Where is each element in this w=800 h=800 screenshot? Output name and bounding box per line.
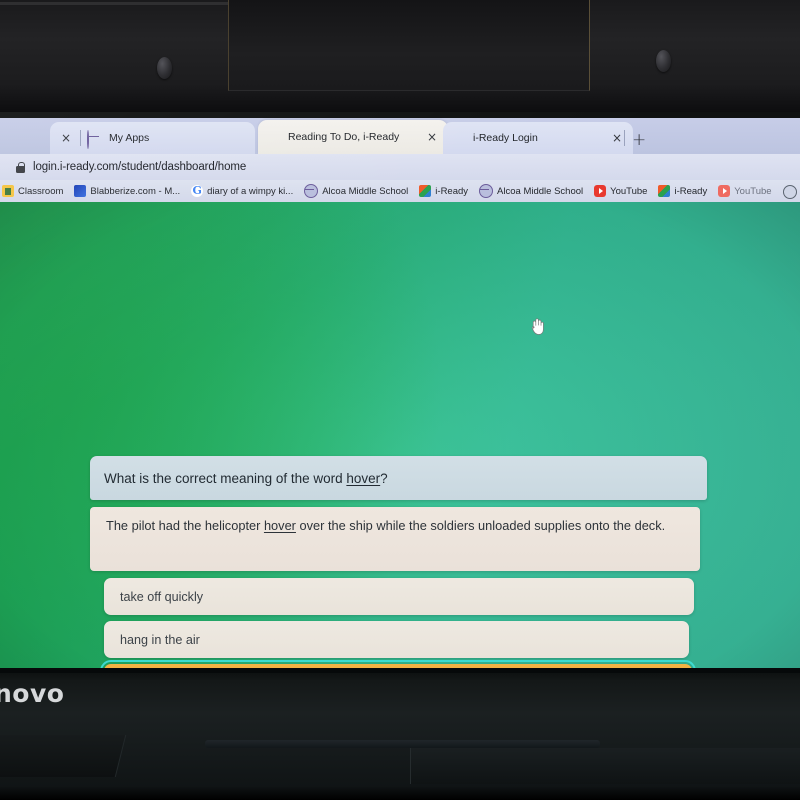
mouse-pointer-icon: [531, 318, 544, 335]
laptop-hinge-recess: [228, 0, 590, 91]
browser-tab-my-apps[interactable]: × My Apps: [50, 122, 255, 154]
tab-strip-divider: [624, 130, 625, 146]
tab-close-icon[interactable]: ×: [424, 130, 440, 144]
screenshot-stage: × My Apps Reading To Do, i-Ready × i-Rea…: [0, 0, 800, 800]
laptop-base-panel-left: [0, 735, 127, 777]
globe-icon[interactable]: [783, 185, 797, 199]
iready-lesson-page: What is the correct meaning of the word …: [0, 202, 800, 668]
question-suffix: ?: [380, 470, 388, 486]
google-classroom-icon: [2, 185, 14, 197]
bookmark-blabberize[interactable]: Blabberize.com - M...: [74, 185, 180, 197]
lock-icon: [16, 161, 25, 173]
new-tab-button[interactable]: +: [632, 130, 646, 150]
bezel-seam: [0, 2, 236, 5]
tab-close-icon[interactable]: ×: [58, 131, 74, 145]
bookmark-label: Alcoa Middle School: [322, 185, 409, 197]
globe-icon: [304, 184, 319, 198]
youtube-icon: [594, 185, 607, 197]
tab-divider: [80, 130, 81, 146]
bookmark-youtube-2[interactable]: YouTube: [718, 185, 772, 197]
laptop-base-vent: [205, 740, 600, 748]
bookmark-classroom[interactable]: Classroom: [2, 185, 63, 197]
tab-close-icon[interactable]: ×: [609, 131, 625, 145]
bookmark-iready-1[interactable]: i-Ready: [419, 185, 468, 197]
blabberize-icon: [74, 185, 87, 197]
bookmark-label: Classroom: [18, 185, 64, 197]
passage-after: over the ship while the soldiers unloade…: [295, 518, 666, 533]
answer-option-label: hang in the air: [120, 632, 200, 647]
google-icon: G: [191, 184, 204, 197]
lenovo-logo: novo: [0, 679, 65, 708]
passage-text: The pilot had the helicopter hover over …: [106, 516, 684, 536]
passage-before: The pilot had the helicopter: [106, 518, 264, 533]
bookmark-diary-of-a-wimpy-kid[interactable]: G diary of a wimpy ki...: [191, 185, 293, 197]
tab-title: Reading To Do, i-Ready: [288, 131, 400, 143]
bookmark-alcoa-middle-school-1[interactable]: Alcoa Middle School: [304, 184, 408, 198]
bookmark-label: i-Ready: [674, 185, 708, 197]
bookmark-label: diary of a wimpy ki...: [207, 185, 294, 197]
answer-option-2[interactable]: hang in the air: [104, 621, 689, 658]
address-bar[interactable]: login.i-ready.com/student/dashboard/home: [0, 154, 800, 180]
url-text: login.i-ready.com/student/dashboard/home: [33, 161, 247, 173]
iready-cube-icon: [451, 131, 466, 146]
bezel-bumper-left-icon: [157, 57, 172, 79]
browser-tab-reading-to-do[interactable]: Reading To Do, i-Ready ×: [258, 120, 448, 154]
iready-cube-icon: [419, 185, 432, 197]
laptop-base-shadow: [0, 786, 800, 800]
bookmarks-bar: Classroom Blabberize.com - M... G diary …: [0, 180, 800, 202]
laptop-screen: × My Apps Reading To Do, i-Ready × i-Rea…: [0, 112, 800, 668]
youtube-icon: [718, 185, 731, 197]
tab-title: i-Ready Login: [473, 132, 538, 144]
iready-cube-icon: [266, 130, 281, 145]
passage-target-word: hover: [263, 518, 296, 533]
question-prefix: What is the correct meaning of the word: [104, 470, 347, 486]
answer-option-label: take off quickly: [120, 589, 204, 604]
globe-icon: [87, 129, 102, 149]
bookmark-label: Blabberize.com - M...: [90, 185, 181, 197]
passage-panel: The pilot had the helicopter hover over …: [90, 507, 700, 571]
answer-option-1[interactable]: take off quickly: [104, 578, 694, 615]
bookmark-iready-2[interactable]: i-Ready: [658, 185, 707, 197]
answer-options-list: take off quickly hang in the air glide a…: [100, 578, 696, 668]
bookmark-youtube-1[interactable]: YouTube: [594, 185, 647, 197]
laptop-top-bezel: [0, 0, 800, 112]
bookmark-label: YouTube: [610, 185, 648, 197]
laptop-base-panel-right: [410, 748, 800, 784]
bookmark-label: YouTube: [734, 185, 772, 197]
tab-title: My Apps: [109, 132, 150, 144]
question-text: What is the correct meaning of the word …: [104, 471, 388, 486]
bookmark-label: i-Ready: [435, 185, 469, 197]
bookmark-alcoa-middle-school-2[interactable]: Alcoa Middle School: [479, 184, 583, 198]
question-target-word: hover: [346, 470, 381, 486]
browser-tab-iready-login[interactable]: i-Ready Login ×: [443, 122, 633, 154]
globe-icon: [479, 184, 494, 198]
question-header: What is the correct meaning of the word …: [90, 456, 707, 500]
bookmark-label: Alcoa Middle School: [497, 185, 584, 197]
browser-tab-strip: × My Apps Reading To Do, i-Ready × i-Rea…: [0, 118, 800, 154]
bezel-bumper-right-icon: [656, 50, 671, 72]
laptop-base-edge: [0, 668, 800, 673]
iready-cube-icon: [658, 185, 671, 197]
